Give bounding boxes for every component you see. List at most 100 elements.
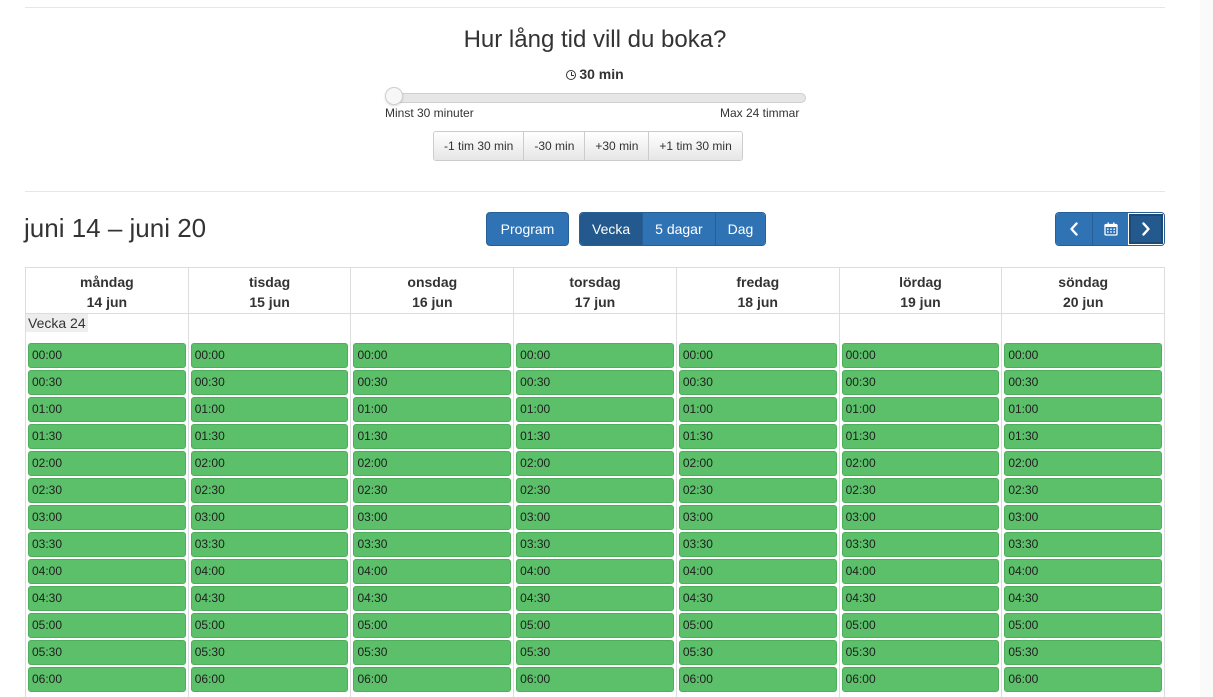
- time-slot[interactable]: 02:30: [678, 478, 837, 503]
- view-day-button[interactable]: Dag: [714, 213, 766, 245]
- time-slot[interactable]: 02:00: [1004, 451, 1163, 476]
- time-slot[interactable]: 04:30: [190, 586, 349, 611]
- duration-slider-handle[interactable]: [385, 87, 403, 105]
- time-slot[interactable]: 00:30: [678, 370, 837, 395]
- time-slot[interactable]: 01:30: [1004, 424, 1163, 449]
- time-slot[interactable]: 01:00: [353, 397, 512, 422]
- time-slot[interactable]: 03:00: [28, 505, 186, 530]
- time-slot[interactable]: 02:30: [841, 478, 1000, 503]
- program-button[interactable]: Program: [486, 212, 569, 246]
- next-week-button[interactable]: [1128, 213, 1164, 245]
- time-slot[interactable]: 00:30: [841, 370, 1000, 395]
- time-slot[interactable]: 06:00: [841, 667, 1000, 692]
- time-slot[interactable]: 05:00: [1004, 613, 1163, 638]
- time-slot[interactable]: 04:30: [841, 586, 1000, 611]
- time-slot[interactable]: 04:00: [1004, 559, 1163, 584]
- minus-90-button[interactable]: -1 tim 30 min: [434, 132, 524, 160]
- time-slot[interactable]: 00:30: [516, 370, 674, 395]
- time-slot[interactable]: 01:30: [353, 424, 512, 449]
- time-slot[interactable]: 01:30: [28, 424, 186, 449]
- time-slot[interactable]: 01:00: [28, 397, 186, 422]
- time-slot[interactable]: 03:30: [1004, 532, 1163, 557]
- time-slot[interactable]: 05:30: [190, 640, 349, 665]
- time-slot[interactable]: 05:00: [190, 613, 349, 638]
- time-slot[interactable]: 00:00: [190, 343, 349, 368]
- plus-30-button[interactable]: +30 min: [584, 132, 649, 160]
- prev-week-button[interactable]: [1056, 213, 1092, 245]
- time-slot[interactable]: 03:30: [28, 532, 186, 557]
- time-slot[interactable]: 06:00: [678, 667, 837, 692]
- time-slot[interactable]: 00:30: [1004, 370, 1163, 395]
- time-slot[interactable]: 04:00: [190, 559, 349, 584]
- time-slot[interactable]: 02:00: [516, 451, 674, 476]
- time-slot[interactable]: 06:00: [28, 667, 186, 692]
- time-slot[interactable]: 00:00: [28, 343, 186, 368]
- time-slot[interactable]: 00:00: [678, 343, 837, 368]
- time-slot[interactable]: 03:00: [841, 505, 1000, 530]
- time-slot[interactable]: 02:30: [1004, 478, 1163, 503]
- time-slot[interactable]: 02:30: [28, 478, 186, 503]
- time-slot[interactable]: 05:00: [28, 613, 186, 638]
- time-slot[interactable]: 03:30: [516, 532, 674, 557]
- time-slot[interactable]: 06:00: [190, 667, 349, 692]
- time-slot[interactable]: 04:00: [678, 559, 837, 584]
- time-slot[interactable]: 04:00: [516, 559, 674, 584]
- time-slot[interactable]: 04:30: [353, 586, 512, 611]
- time-slot[interactable]: 01:00: [841, 397, 1000, 422]
- time-slot[interactable]: 05:30: [516, 640, 674, 665]
- time-slot[interactable]: 00:30: [28, 370, 186, 395]
- time-slot[interactable]: 04:30: [1004, 586, 1163, 611]
- time-slot[interactable]: 03:00: [190, 505, 349, 530]
- minus-30-button[interactable]: -30 min: [523, 132, 585, 160]
- time-slot[interactable]: 05:00: [678, 613, 837, 638]
- time-slot[interactable]: 00:00: [353, 343, 512, 368]
- time-slot[interactable]: 02:00: [190, 451, 349, 476]
- time-slot[interactable]: 02:30: [353, 478, 512, 503]
- time-slot[interactable]: 04:00: [841, 559, 1000, 584]
- time-slot[interactable]: 06:00: [353, 667, 512, 692]
- time-slot[interactable]: 01:30: [190, 424, 349, 449]
- time-slot[interactable]: 04:30: [28, 586, 186, 611]
- time-slot[interactable]: 02:30: [190, 478, 349, 503]
- time-slot[interactable]: 00:00: [516, 343, 674, 368]
- time-slot[interactable]: 05:00: [516, 613, 674, 638]
- view-week-button[interactable]: Vecka: [580, 213, 643, 245]
- time-slot[interactable]: 00:00: [841, 343, 1000, 368]
- time-slot[interactable]: 03:30: [353, 532, 512, 557]
- duration-slider-track[interactable]: [386, 93, 806, 103]
- time-slot[interactable]: 00:30: [353, 370, 512, 395]
- time-slot[interactable]: 05:30: [353, 640, 512, 665]
- time-slot[interactable]: 02:00: [841, 451, 1000, 476]
- time-slot[interactable]: 03:30: [190, 532, 349, 557]
- time-slot[interactable]: 00:30: [190, 370, 349, 395]
- time-slot[interactable]: 05:00: [841, 613, 1000, 638]
- time-slot[interactable]: 02:00: [353, 451, 512, 476]
- time-slot[interactable]: 05:30: [841, 640, 1000, 665]
- time-slot[interactable]: 03:00: [516, 505, 674, 530]
- time-slot[interactable]: 03:00: [353, 505, 512, 530]
- time-slot[interactable]: 04:00: [353, 559, 512, 584]
- time-slot[interactable]: 01:00: [190, 397, 349, 422]
- time-slot[interactable]: 01:30: [841, 424, 1000, 449]
- calendar-picker-button[interactable]: [1092, 213, 1128, 245]
- time-slot[interactable]: 03:30: [841, 532, 1000, 557]
- time-slot[interactable]: 01:00: [1004, 397, 1163, 422]
- time-slot[interactable]: 02:00: [678, 451, 837, 476]
- time-slot[interactable]: 05:30: [678, 640, 837, 665]
- time-slot[interactable]: 01:00: [516, 397, 674, 422]
- time-slot[interactable]: 03:00: [678, 505, 837, 530]
- time-slot[interactable]: 04:30: [516, 586, 674, 611]
- time-slot[interactable]: 02:30: [516, 478, 674, 503]
- time-slot[interactable]: 00:00: [1004, 343, 1163, 368]
- time-slot[interactable]: 01:30: [678, 424, 837, 449]
- time-slot[interactable]: 06:00: [1004, 667, 1163, 692]
- time-slot[interactable]: 04:00: [28, 559, 186, 584]
- time-slot[interactable]: 03:00: [1004, 505, 1163, 530]
- time-slot[interactable]: 01:30: [516, 424, 674, 449]
- time-slot[interactable]: 01:00: [678, 397, 837, 422]
- time-slot[interactable]: 06:00: [516, 667, 674, 692]
- time-slot[interactable]: 03:30: [678, 532, 837, 557]
- time-slot[interactable]: 05:30: [28, 640, 186, 665]
- plus-90-button[interactable]: +1 tim 30 min: [648, 132, 742, 160]
- time-slot[interactable]: 05:00: [353, 613, 512, 638]
